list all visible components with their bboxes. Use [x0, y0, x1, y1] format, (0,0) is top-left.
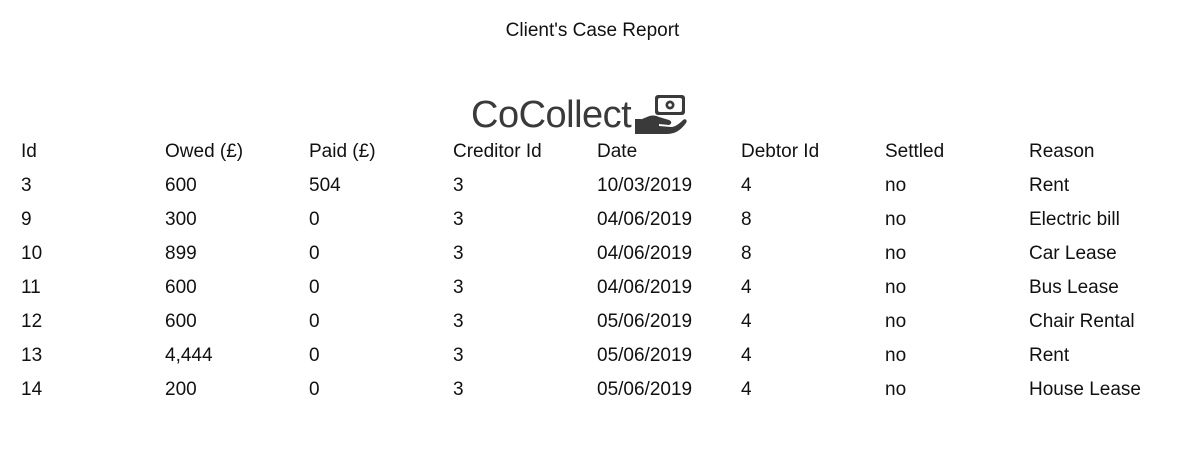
cell-paid: 504 [309, 175, 341, 196]
column-header-paid: Paid (£) [309, 141, 376, 162]
cell-settled: no [885, 379, 907, 400]
cell-date: 05/06/2019 [597, 311, 693, 332]
cell-id: 12 [21, 311, 43, 332]
cell-date: 05/06/2019 [597, 345, 693, 366]
cell-owed: 4,444 [165, 345, 213, 366]
cell-paid: 0 [309, 243, 320, 264]
cell-creditor-id: 3 [453, 277, 464, 298]
column-header-debtor-id: Debtor Id [741, 141, 820, 162]
cell-id: 11 [21, 277, 41, 298]
cell-id: 10 [21, 243, 43, 264]
table-row: 9 300 0 3 04/06/2019 8 no Electric bill [21, 203, 1169, 237]
cell-owed: 300 [165, 209, 197, 230]
column-header-settled: Settled [885, 141, 945, 162]
table-row: 11 600 0 3 04/06/2019 4 no Bus Lease [21, 271, 1169, 305]
cell-reason: Chair Rental [1029, 311, 1135, 332]
cell-reason: Bus Lease [1029, 277, 1119, 298]
cell-date: 10/03/2019 [597, 175, 693, 196]
cell-debtor-id: 4 [741, 175, 752, 196]
cell-paid: 0 [309, 277, 320, 298]
cell-paid: 0 [309, 379, 320, 400]
cell-date: 04/06/2019 [597, 243, 693, 264]
column-header-creditor-id: Creditor Id [453, 141, 542, 162]
report-title: Client's Case Report [505, 20, 680, 41]
table-header-row: Id Owed (£) Paid (£) Creditor Id Date De… [21, 135, 1169, 169]
table-row: 3 600 504 3 10/03/2019 4 no Rent [21, 169, 1169, 203]
hand-holding-cash-icon [635, 95, 687, 134]
cell-owed: 600 [165, 311, 197, 332]
case-report-table: Id Owed (£) Paid (£) Creditor Id Date De… [21, 135, 1169, 407]
column-header-owed: Owed (£) [165, 141, 244, 162]
cell-settled: no [885, 209, 907, 230]
cell-paid: 0 [309, 311, 320, 332]
table-row: 12 600 0 3 05/06/2019 4 no Chair Rental [21, 305, 1169, 339]
cell-owed: 899 [165, 243, 197, 264]
table-row: 10 899 0 3 04/06/2019 8 no Car Lease [21, 237, 1169, 271]
cell-id: 3 [21, 175, 32, 196]
cell-debtor-id: 4 [741, 379, 752, 400]
cell-reason: Electric bill [1029, 209, 1120, 230]
cell-settled: no [885, 175, 907, 196]
cell-debtor-id: 4 [741, 311, 752, 332]
cell-reason: Rent [1029, 175, 1070, 196]
cell-settled: no [885, 345, 907, 366]
cell-paid: 0 [309, 345, 320, 366]
cell-id: 14 [21, 379, 43, 400]
cell-date: 05/06/2019 [597, 379, 693, 400]
column-header-reason: Reason [1029, 141, 1095, 162]
cell-settled: no [885, 243, 907, 264]
cell-date: 04/06/2019 [597, 277, 693, 298]
cell-owed: 600 [165, 175, 197, 196]
cell-reason: Car Lease [1029, 243, 1117, 264]
cell-creditor-id: 3 [453, 379, 464, 400]
cell-creditor-id: 3 [453, 209, 464, 230]
cell-settled: no [885, 277, 907, 298]
cell-debtor-id: 8 [741, 209, 752, 230]
cell-id: 9 [21, 209, 32, 230]
cell-debtor-id: 4 [741, 345, 752, 366]
cell-settled: no [885, 311, 907, 332]
cell-reason: House Lease [1029, 379, 1141, 400]
cell-creditor-id: 3 [453, 175, 464, 196]
cell-creditor-id: 3 [453, 243, 464, 264]
table-row: 13 4,444 0 3 05/06/2019 4 no Rent [21, 339, 1169, 373]
cell-reason: Rent [1029, 345, 1070, 366]
cell-debtor-id: 8 [741, 243, 752, 264]
cocollect-logo: CoCollect [471, 94, 689, 136]
table-row: 14 200 0 3 05/06/2019 4 no House Lease [21, 373, 1169, 407]
cell-id: 13 [21, 345, 43, 366]
cell-owed: 600 [165, 277, 197, 298]
column-header-id: Id [21, 141, 37, 162]
logo-text: CoCollect [471, 94, 632, 136]
cell-paid: 0 [309, 209, 320, 230]
cell-debtor-id: 4 [741, 277, 752, 298]
column-header-date: Date [597, 141, 638, 162]
cell-creditor-id: 3 [453, 311, 464, 332]
cell-owed: 200 [165, 379, 197, 400]
cell-date: 04/06/2019 [597, 209, 693, 230]
cell-creditor-id: 3 [453, 345, 464, 366]
